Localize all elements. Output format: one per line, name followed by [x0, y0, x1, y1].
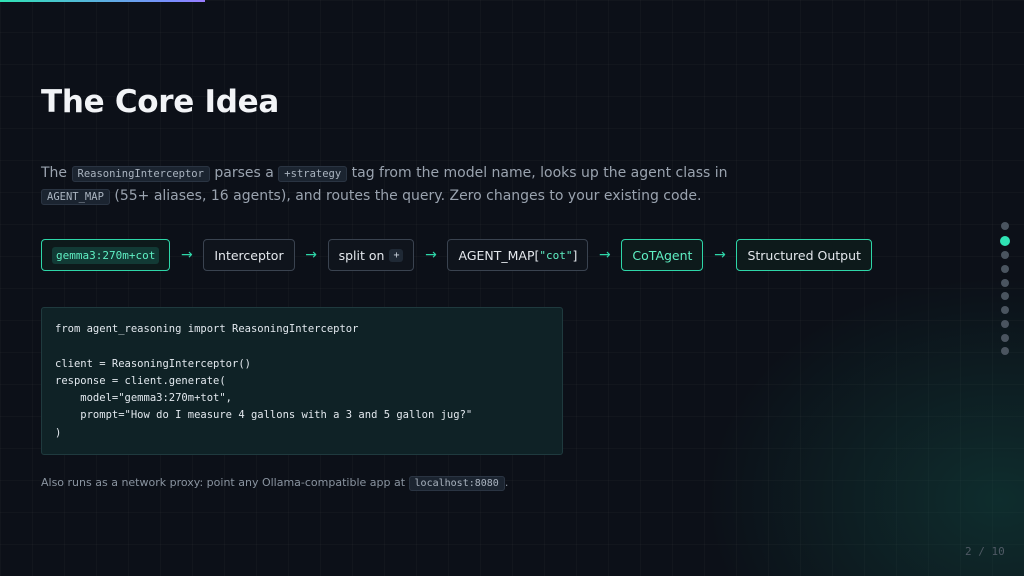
nav-dot[interactable]	[1001, 251, 1009, 260]
code-line: prompt="How do I measure 4 gallons with …	[55, 409, 473, 422]
nav-dot[interactable]	[1001, 265, 1009, 274]
arrow-right-icon: →	[425, 247, 437, 263]
arrow-right-icon: →	[599, 247, 611, 263]
intro-text: parses a	[209, 165, 279, 181]
agent-map-key: "cot"	[539, 248, 573, 262]
nav-dot[interactable]	[1001, 319, 1009, 328]
intro-paragraph: The ReasoningInterceptor parses a +strat…	[41, 162, 761, 208]
pipeline-node-agent-map: AGENT_MAP["cot"]	[447, 239, 589, 271]
code-line: from agent_reasoning import ReasoningInt…	[55, 323, 359, 335]
slide-navigation-dots	[1000, 222, 1010, 361]
code-line: )	[55, 426, 62, 439]
nav-dot[interactable]	[1001, 306, 1009, 315]
pipeline-node-cot-agent: CoTAgent	[621, 239, 704, 271]
pipeline-node-model: gemma3:270m+cot	[41, 239, 171, 271]
nav-dot[interactable]	[1001, 278, 1009, 287]
nav-dot-active[interactable]	[1000, 235, 1010, 246]
nav-dot[interactable]	[1001, 222, 1009, 230]
pipeline-node-split: split on +	[327, 239, 415, 271]
progress-bar-fill	[0, 0, 205, 2]
arrow-right-icon: →	[305, 247, 317, 263]
footnote-end: .	[504, 476, 509, 489]
nav-dot[interactable]	[1001, 347, 1009, 356]
code-line: response = client.generate(	[55, 374, 226, 387]
pipeline-node-output: Structured Output	[736, 239, 872, 271]
model-name-chip: gemma3:270m+cot	[52, 246, 160, 264]
footnote: Also runs as a network proxy: point any …	[41, 476, 509, 491]
footnote-text: Also runs as a network proxy: point any …	[41, 476, 409, 489]
pipeline-node-interceptor: Interceptor	[203, 239, 295, 271]
inline-code-agent-map: AGENT_MAP	[41, 189, 110, 205]
split-label: split on	[338, 247, 385, 263]
page-indicator: 2 / 10	[965, 545, 1005, 558]
arrow-right-icon: →	[180, 247, 193, 263]
inline-code-strategy: +strategy	[278, 166, 348, 182]
code-line: client = ReasoningInterceptor()	[55, 357, 251, 370]
progress-bar	[0, 0, 1024, 2]
inline-code-localhost: localhost:8080	[408, 476, 505, 491]
slide-title: The Core Idea	[41, 84, 279, 120]
code-line: model="gemma3:270m+tot",	[55, 392, 233, 405]
inline-code-reasoning-interceptor: ReasoningInterceptor	[71, 166, 210, 182]
intro-text: The	[41, 165, 72, 181]
pipeline-diagram: gemma3:270m+cot → Interceptor → split on…	[41, 238, 872, 272]
nav-dot[interactable]	[1001, 333, 1009, 342]
agent-map-suffix: ]	[572, 247, 578, 263]
code-block: from agent_reasoning import ReasoningInt…	[41, 307, 563, 455]
intro-text: (55+ aliases, 16 agents), and routes the…	[109, 188, 702, 204]
nav-dot[interactable]	[1001, 292, 1009, 301]
agent-map-prefix: AGENT_MAP[	[458, 247, 540, 263]
arrow-right-icon: →	[714, 247, 726, 263]
intro-text: tag from the model name, looks up the ag…	[347, 165, 728, 181]
plus-chip: +	[389, 248, 404, 262]
